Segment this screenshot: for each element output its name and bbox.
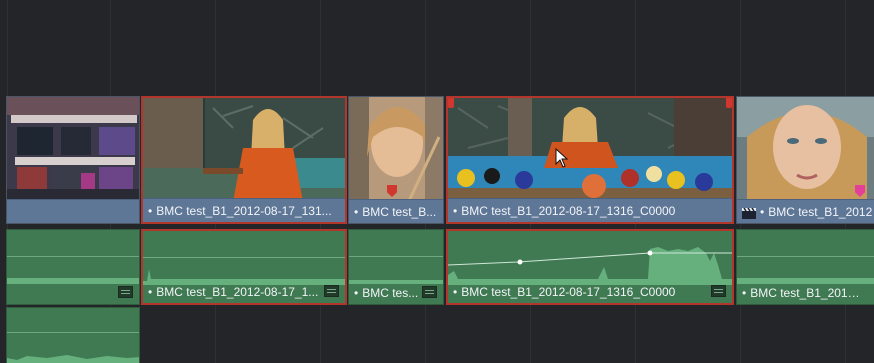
audio-clip[interactable]: • BMC tes... bbox=[348, 229, 444, 305]
trim-handle-left[interactable] bbox=[448, 98, 454, 108]
clapper-icon bbox=[742, 206, 756, 219]
video-clip-selected[interactable]: • BMC test_B1_2012-08-17_1316_C0000 bbox=[446, 96, 734, 224]
video-clip[interactable]: • BMC test_B1_2012 bbox=[736, 96, 874, 224]
clip-name: BMC test_B1_2012-08 bbox=[750, 286, 863, 300]
audio-clip-icon bbox=[711, 285, 726, 297]
clip-name: BMC test_B... bbox=[362, 204, 437, 219]
clip-name: BMC test_B1_2012-08-17_131... bbox=[156, 203, 332, 218]
clip-name: BMC test_B1_2012-08-17_1316_C0000 bbox=[461, 203, 676, 218]
clip-name: BMC test_B1_2012-08-17_1316_C0000 bbox=[461, 285, 676, 299]
audio-clip[interactable]: • BMC test_B1_2012-08 bbox=[736, 229, 874, 305]
mouse-cursor-icon bbox=[555, 147, 569, 173]
audio-clip-icon bbox=[118, 286, 133, 298]
trim-handle-right[interactable] bbox=[726, 98, 732, 108]
audio-clip-selected[interactable]: • BMC test_B1_2012-08-17_1... bbox=[141, 229, 347, 305]
clip-name: BMC test_B1_2012 bbox=[768, 204, 873, 219]
video-clip-selected[interactable]: • BMC test_B1_2012-08-17_131... bbox=[141, 96, 347, 224]
video-clip[interactable] bbox=[6, 96, 140, 224]
audio-clip-icon bbox=[324, 285, 339, 297]
clip-name: BMC tes... bbox=[362, 286, 419, 300]
audio-clip-icon bbox=[422, 286, 437, 298]
clip-thumbnail bbox=[737, 97, 874, 199]
video-clip[interactable]: • BMC test_B... bbox=[348, 96, 444, 224]
clip-thumbnail bbox=[448, 98, 732, 198]
audio-clip-selected[interactable]: • BMC test_B1_2012-08-17_1316_C0000 bbox=[446, 229, 734, 305]
clip-thumbnail bbox=[143, 98, 345, 198]
timeline-panel[interactable]: • BMC test_B1_2012-08-17_131... • BMC test… bbox=[0, 0, 874, 363]
clip-thumbnail bbox=[349, 97, 443, 199]
clip-thumbnail bbox=[7, 97, 139, 199]
clip-name: BMC test_B1_2012-08-17_1... bbox=[156, 285, 319, 299]
audio-clip[interactable] bbox=[6, 229, 140, 305]
audio-clip[interactable] bbox=[6, 307, 140, 363]
